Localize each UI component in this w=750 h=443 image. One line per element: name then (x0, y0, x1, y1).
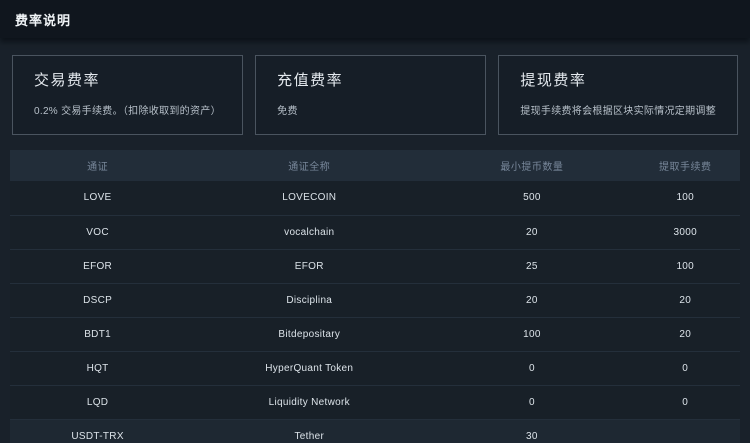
fee-cards: 交易费率 0.2% 交易手续费。（扣除收取到的资产） 充值费率 免费 提现费率 … (0, 38, 750, 135)
fee-table-section: 通证 通证全称 最小提币数量 提取手续费 LOVE LOVECOIN 500 100 V… (10, 150, 740, 443)
cell-token: EFOR (10, 248, 186, 283)
column-header-fee: 提取手续费 (630, 150, 740, 181)
cell-full-name: vocalchain (185, 214, 434, 249)
card-body: 提现手续费将会根据区块实际情况定期调整 (520, 106, 717, 117)
cell-fee: 100 (630, 248, 740, 283)
card-title: 充值费率 (277, 72, 344, 89)
column-header-full-name: 通证全称 (185, 150, 434, 181)
cell-full-name: Disciplina (185, 282, 434, 317)
table-row: LQD Liquidity Network 0 0 (10, 384, 740, 419)
cell-fee: 20 (630, 316, 740, 351)
cell-fee: 0 (630, 350, 740, 385)
cell-min-amount: 20 (433, 282, 631, 317)
cell-fee: 3000 (630, 214, 740, 249)
page-header: 费率说明 (0, 0, 750, 38)
fee-table-header: 通证 通证全称 最小提币数量 提取手续费 (10, 150, 740, 181)
table-row: DSCP Disciplina 20 20 (10, 282, 740, 317)
cell-min-amount: 0 (433, 384, 631, 419)
cell-token: USDT-TRX (10, 418, 186, 443)
table-row: LOVE LOVECOIN 500 100 (10, 181, 740, 215)
column-header-token: 通证 (10, 150, 186, 181)
card-withdrawal-fee: 提现费率 提现手续费将会根据区块实际情况定期调整 (498, 55, 739, 135)
card-title: 提现费率 (520, 72, 587, 89)
content: 交易费率 0.2% 交易手续费。（扣除收取到的资产） 充值费率 免费 提现费率 … (0, 38, 750, 443)
page-title: 费率说明 (15, 12, 72, 28)
cell-min-amount: 100 (433, 316, 631, 351)
card-title: 交易费率 (34, 72, 101, 89)
cell-token: LQD (10, 384, 186, 419)
cell-full-name: Bitdepositary (185, 316, 434, 351)
fee-table: 通证 通证全称 最小提币数量 提取手续费 LOVE LOVECOIN 500 100 V… (10, 150, 740, 443)
cell-full-name: Liquidity Network (185, 384, 434, 419)
table-row: EFOR EFOR 25 100 (10, 248, 740, 283)
table-row: USDT-TRX Tether 30 (10, 418, 740, 443)
cell-token: HQT (10, 350, 186, 385)
cell-fee: 0 (630, 384, 740, 419)
card-trading-fee: 交易费率 0.2% 交易手续费。（扣除收取到的资产） (12, 55, 244, 135)
table-row: BDT1 Bitdepositary 100 20 (10, 316, 740, 351)
cell-token: DSCP (10, 282, 186, 317)
cell-fee (630, 418, 740, 443)
card-deposit-fee: 充值费率 免费 (255, 55, 487, 135)
card-body: 免费 (277, 106, 298, 117)
column-header-min-amount: 最小提币数量 (433, 150, 631, 181)
cell-token: BDT1 (10, 316, 186, 351)
cell-token: LOVE (83, 192, 112, 204)
cell-min-amount: 20 (433, 214, 631, 249)
card-body: 0.2% 交易手续费。（扣除收取到的资产） (34, 106, 221, 117)
fee-table-body: LOVE LOVECOIN 500 100 VOC vocalchain 20 3000 EFO… (10, 181, 740, 443)
cell-fee: 100 (676, 192, 695, 204)
cell-token: VOC (10, 214, 186, 249)
cell-full-name: HyperQuant Token (185, 350, 434, 385)
cell-min-amount: 0 (433, 350, 631, 385)
table-row: VOC vocalchain 20 3000 (10, 214, 740, 249)
cell-min-amount: 30 (433, 418, 631, 443)
cell-fee: 20 (630, 282, 740, 317)
cell-full-name: Tether (185, 418, 434, 443)
cell-full-name: EFOR (185, 248, 434, 283)
cell-min-amount: 500 (523, 192, 541, 204)
cell-full-name: LOVECOIN (282, 192, 337, 204)
table-row: HQT HyperQuant Token 0 0 (10, 350, 740, 385)
cell-min-amount: 25 (433, 248, 631, 283)
